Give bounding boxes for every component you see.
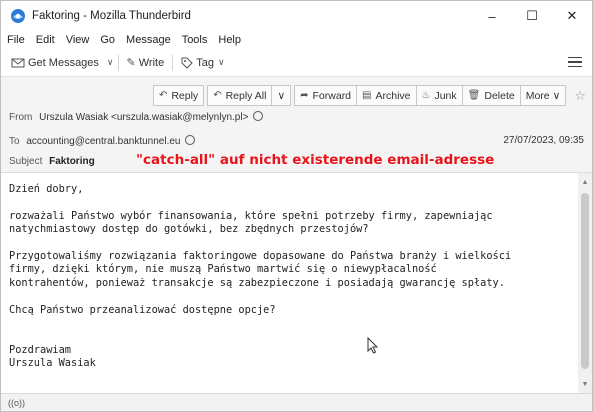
minimize-button[interactable]: – [472, 1, 512, 31]
reply-all-group: ↶ Reply All ∨ [207, 85, 292, 106]
archive-button[interactable]: ▤ Archive [356, 85, 417, 106]
online-status-icon[interactable]: ((o)) [8, 398, 25, 408]
write-button[interactable]: ✎ Write [123, 53, 169, 73]
mouse-cursor-icon [367, 337, 379, 354]
junk-button[interactable]: ♨ Junk [415, 85, 463, 106]
to-line: To accounting@central.banktunnel.eu [9, 135, 196, 147]
window-controls: – ☐ ✕ [472, 1, 592, 31]
delete-button[interactable]: 🗑 Delete [461, 85, 521, 106]
to-label: To [9, 136, 20, 147]
forward-label: Forward [312, 89, 352, 102]
archive-icon: ▤ [362, 90, 372, 101]
menu-edit[interactable]: Edit [36, 34, 55, 46]
from-line: From Urszula Wasiak <urszula.wasiak@mely… [9, 111, 264, 123]
forward-icon: ➦ [300, 90, 309, 101]
red-annotation: "catch-all" auf nicht existerende email-… [136, 152, 495, 168]
subject-line: Subject Faktoring [9, 156, 95, 167]
junk-icon: ♨ [421, 90, 431, 101]
title-bar: Faktoring - Mozilla Thunderbird – ☐ ✕ [1, 1, 592, 31]
reply-label: Reply [171, 89, 199, 102]
tag-button[interactable]: Tag ∨ [177, 53, 228, 73]
reply-all-dropdown[interactable]: ∨ [271, 85, 292, 106]
menu-help[interactable]: Help [218, 34, 241, 46]
status-bar: ((o)) [1, 393, 592, 411]
vertical-scrollbar[interactable]: ▲ ▼ [578, 173, 592, 393]
contact-icon[interactable] [253, 111, 264, 121]
scroll-down-icon[interactable]: ▼ [578, 377, 592, 391]
junk-label: Junk [434, 89, 457, 102]
tag-icon [181, 57, 193, 69]
main-toolbar: Get Messages ∨ ✎ Write Tag ∨ [1, 49, 592, 77]
subject-value: Faktoring [49, 156, 95, 167]
get-messages-button[interactable]: Get Messages [7, 53, 103, 73]
window-title: Faktoring - Mozilla Thunderbird [32, 10, 191, 22]
forward-button[interactable]: ➦ Forward [294, 85, 358, 106]
more-label: More [525, 89, 550, 102]
archive-label: Archive [375, 89, 411, 102]
reply-all-icon: ↶ [213, 90, 222, 101]
chevron-down-icon: ∨ [277, 89, 286, 102]
reply-all-label: Reply All [225, 89, 267, 102]
scrollbar-thumb[interactable] [581, 193, 589, 369]
scroll-up-icon[interactable]: ▲ [578, 175, 592, 189]
chevron-down-icon[interactable]: ∨ [107, 57, 114, 68]
message-header: ↶ Reply ↶ Reply All ∨ ➦ Forward ▤ Archiv… [1, 77, 592, 173]
menu-tools[interactable]: Tools [182, 34, 208, 46]
pencil-icon: ✎ [126, 57, 136, 69]
menu-bar: File Edit View Go Message Tools Help [1, 31, 592, 49]
write-label: Write [138, 56, 165, 69]
message-actions: ↶ Reply ↶ Reply All ∨ ➦ Forward ▤ Archiv… [152, 85, 586, 106]
thunderbird-icon [11, 9, 25, 23]
contact-icon[interactable] [185, 135, 196, 145]
menu-message[interactable]: Message [126, 34, 171, 46]
message-date: 27/07/2023, 09:35 [503, 135, 584, 146]
more-button[interactable]: More ∨ [519, 85, 567, 106]
toolbar-divider [117, 54, 119, 71]
menu-view[interactable]: View [66, 34, 90, 46]
get-messages-label: Get Messages [28, 56, 99, 69]
reply-button[interactable]: ↶ Reply [152, 85, 205, 106]
close-button[interactable]: ✕ [552, 1, 592, 31]
envelope-icon [11, 58, 25, 67]
reply-icon: ↶ [158, 90, 168, 101]
delete-label: Delete [484, 89, 515, 102]
from-label: From [9, 112, 33, 123]
actions-group: ➦ Forward ▤ Archive ♨ Junk 🗑 Delete More [294, 85, 567, 106]
tag-label: Tag [196, 56, 214, 69]
menu-go[interactable]: Go [100, 34, 115, 46]
reply-all-button[interactable]: ↶ Reply All [207, 85, 273, 106]
from-address[interactable]: Urszula Wasiak <urszula.wasiak@melynlyn.… [39, 112, 248, 123]
chevron-down-icon: ∨ [552, 89, 561, 102]
chevron-down-icon: ∨ [217, 57, 225, 67]
hamburger-icon[interactable] [568, 54, 582, 70]
to-address[interactable]: accounting@central.banktunnel.eu [26, 136, 180, 147]
message-text: Dzień dobry, rozważali Państwo wybór fin… [9, 183, 512, 370]
message-body: Dzień dobry, rozważali Państwo wybór fin… [1, 173, 592, 393]
star-icon[interactable]: ☆ [574, 88, 586, 104]
thunderbird-window: Faktoring - Mozilla Thunderbird – ☐ ✕ Fi… [0, 0, 593, 412]
maximize-button[interactable]: ☐ [512, 1, 552, 31]
trash-icon: 🗑 [467, 90, 481, 101]
menu-file[interactable]: File [7, 34, 25, 46]
toolbar-divider [172, 54, 174, 71]
subject-label: Subject [9, 156, 43, 167]
